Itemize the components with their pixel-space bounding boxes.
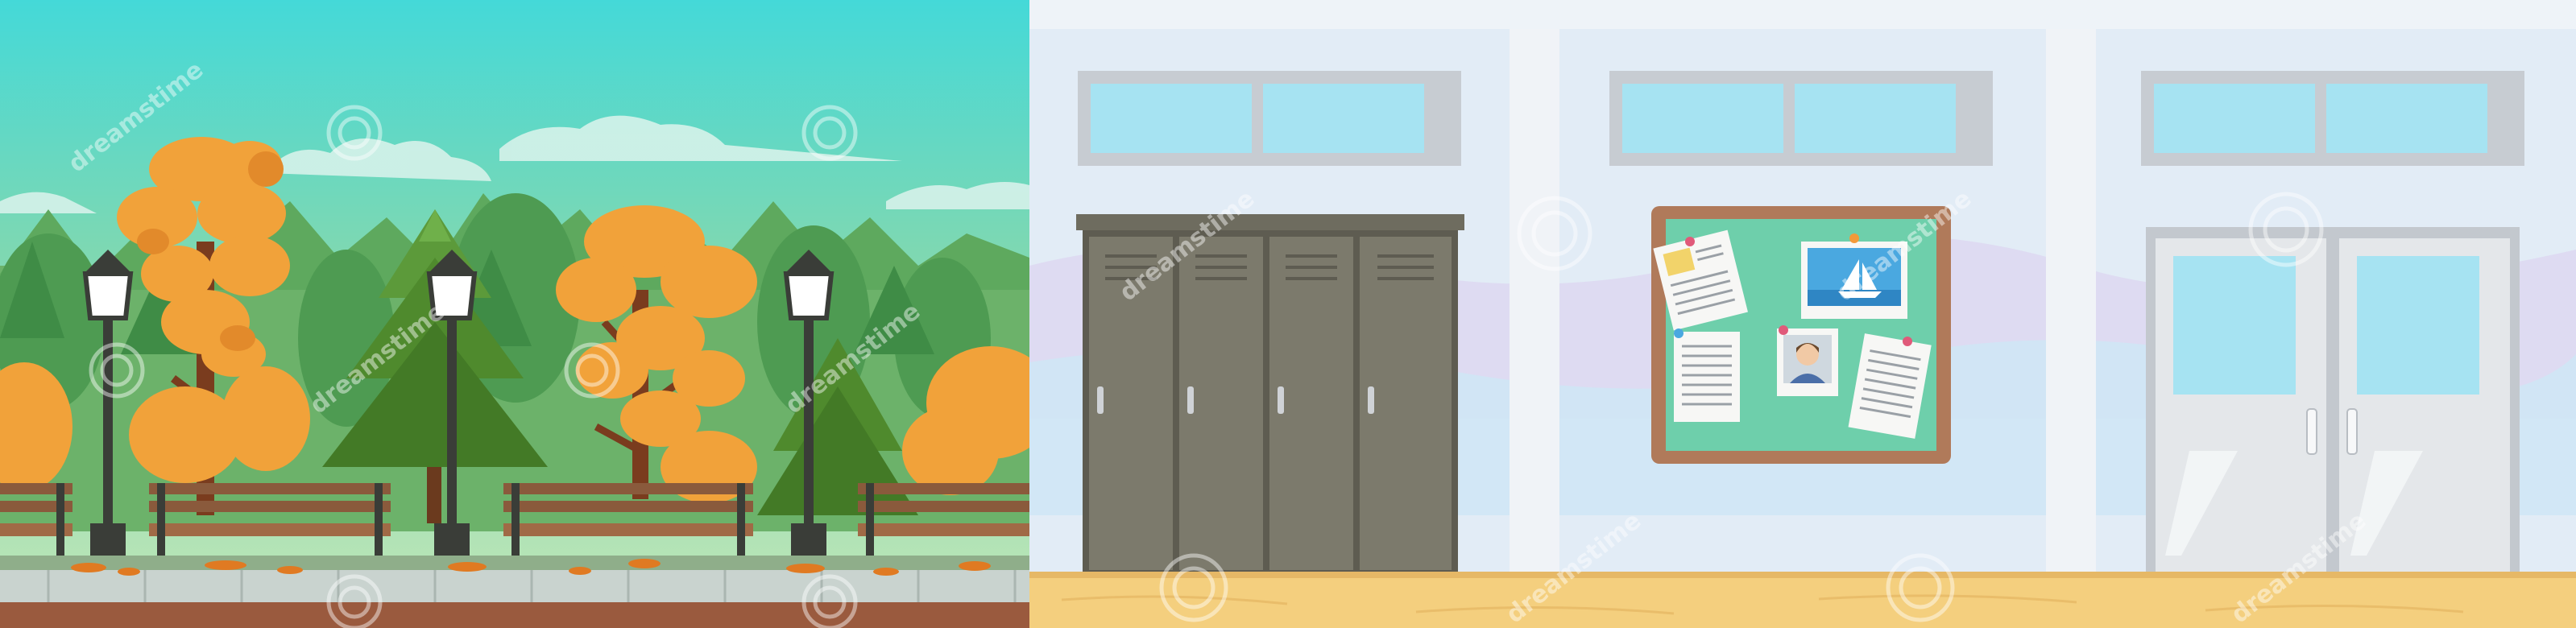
watermark-text: dreamstime (1114, 184, 1260, 307)
watermark-swirl-icon (326, 574, 383, 628)
watermark-text: dreamstime (1501, 506, 1646, 628)
watermark-text: dreamstime (1831, 184, 1977, 307)
watermark-swirl-icon (326, 105, 383, 161)
watermark-text: dreamstime (780, 297, 926, 419)
watermark-text: dreamstime (2226, 506, 2371, 628)
watermark-swirl-icon (801, 574, 858, 628)
watermark-layer: dreamstime dreamstime dreamstime dreamst… (63, 56, 2371, 628)
watermark-swirl-icon (1886, 553, 1955, 622)
watermark-swirl-icon (1159, 553, 1228, 622)
watermark-swirl-icon (89, 342, 145, 399)
illustration-canvas: dreamstime dreamstime dreamstime dreamst… (0, 0, 2576, 628)
watermark-text: dreamstime (63, 56, 209, 178)
watermark-swirl-icon (1517, 196, 1592, 271)
watermark-swirl-icon (801, 105, 858, 161)
watermark-text: dreamstime (304, 297, 450, 419)
watermark-swirl-icon (2248, 192, 2324, 267)
watermark-swirl-icon (564, 342, 620, 399)
